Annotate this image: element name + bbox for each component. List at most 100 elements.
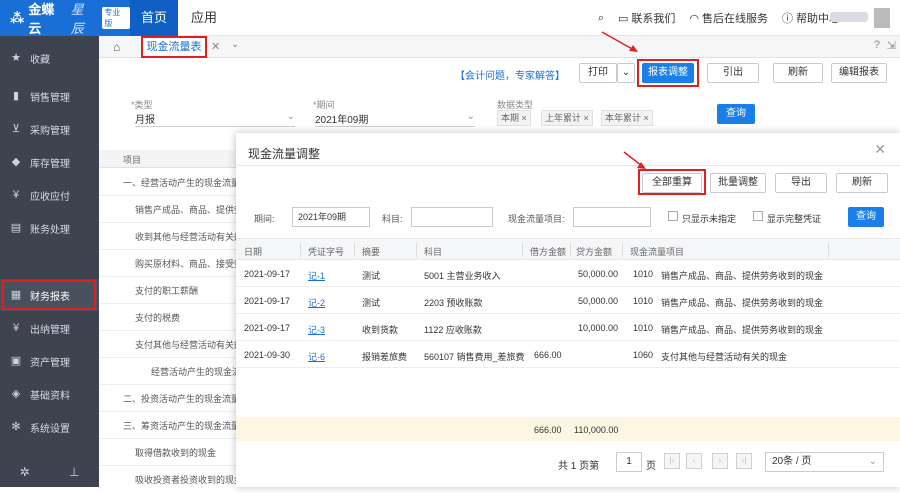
bar-chart-icon: ▮ [12, 90, 20, 102]
sidebar-item-inventory[interactable]: ◆ 库存管理 [0, 146, 99, 178]
table-row: 购买原材料、商品、接受劳务支付的现金 [99, 251, 239, 277]
datatype-tag[interactable]: 上年累计 × [541, 110, 593, 126]
query-button[interactable]: 查询 [848, 207, 884, 227]
table-row[interactable]: 2021-09-17 记-1 测试 5001 主营业务收入 50,000.00 … [236, 260, 900, 287]
sidebar-item-sales[interactable]: ▮ 销售管理 [0, 80, 99, 112]
totals-row: 666.00 110,000.00 [236, 417, 900, 441]
avatar[interactable] [874, 8, 890, 28]
voucher-link[interactable]: 记-3 [308, 323, 325, 336]
settings-icon[interactable]: ✲ [20, 465, 30, 479]
period-label: 期间: [254, 214, 275, 224]
chevron-down-icon[interactable]: ⌄ [231, 39, 239, 50]
pagination: 共 1 页第 1 页 |‹ ‹ › ›| 20条 / 页 ⌄ [236, 451, 900, 473]
table-row[interactable]: 2021-09-17 记-3 收到货款 1122 应收账款 10,000.00 … [236, 314, 900, 341]
cash-flow-adjust-dialog: 现金流量调整 ✕ 全部重算 批量调整 导出 刷新 期间: 2021年09期 科目… [236, 133, 900, 487]
edition-badge: 专业版 [102, 7, 131, 29]
table-row: 二、投资活动产生的现金流量： [99, 386, 239, 412]
column-divider [828, 243, 829, 257]
period-select[interactable]: 2021年09期 ⌄ [315, 111, 475, 127]
account-label: 科目: [382, 214, 403, 224]
sidebar-item-assets[interactable]: ▣ 资产管理 [0, 345, 99, 377]
export-button[interactable]: 引出 [707, 63, 759, 83]
nav-app[interactable]: 应用 [180, 0, 228, 36]
table-row[interactable]: 2021-09-17 记-2 测试 2203 预收账款 50,000.00 10… [236, 287, 900, 314]
cash-item-input[interactable] [573, 207, 651, 227]
user-name[interactable] [830, 12, 868, 22]
column-header: 摘要 [362, 247, 381, 257]
cloud-dots-icon: ⁂ [10, 9, 25, 26]
report-toolbar: 【会计问题，专家解答】 打印 ⌄ 报表调整 引出 刷新 编辑报表 [99, 58, 900, 88]
expert-help-link[interactable]: 【会计问题，专家解答】 [455, 67, 565, 82]
report-filters: *类型 月报 ⌄ *期间 2021年09期 ⌄ 数据类型 本期 × 上年累计 × 本… [99, 88, 900, 132]
print-button[interactable]: 打印 [579, 63, 617, 83]
voucher-link[interactable]: 记-6 [308, 350, 325, 363]
batch-adjust-button[interactable]: 批量调整 [710, 173, 766, 193]
service-link[interactable]: ◠ 售后在线服务 [689, 10, 768, 26]
home-icon[interactable]: ⌂ [113, 40, 120, 54]
datatype-tag[interactable]: 本期 × [497, 110, 531, 126]
page-number-input[interactable]: 1 [616, 452, 642, 472]
close-icon[interactable]: ✕ [211, 40, 220, 53]
cashier-icon: ¥ [12, 322, 20, 334]
column-header: 借方金额 [530, 247, 567, 257]
account-input[interactable] [411, 207, 493, 227]
column-divider [570, 243, 571, 257]
help-circle-icon: ⓘ [782, 13, 793, 25]
star-icon: ★ [11, 52, 21, 64]
export-button[interactable]: 导出 [775, 173, 827, 193]
table-row: 销售产成品、商品、提供劳务收到的现金 [99, 197, 239, 223]
chevron-down-icon: ⌄ [621, 67, 631, 78]
page-suffix: 页 [646, 461, 656, 472]
nav-home[interactable]: 首页 [130, 0, 178, 36]
show-full-label: 显示完整凭证 [767, 214, 822, 224]
sidebar-item-ar-ap[interactable]: ¥ 应收应付 [0, 179, 99, 211]
contact-link[interactable]: ▭ 联系我们 [618, 10, 675, 26]
sidebar-item-purchase[interactable]: ⊻ 采购管理 [0, 113, 99, 145]
pin-icon[interactable]: ⊥ [69, 465, 79, 479]
voucher-link[interactable]: 记-2 [308, 296, 325, 309]
page-total-text: 共 1 页第 [558, 461, 600, 472]
message-icon: ▭ [617, 12, 629, 25]
show-full-checkbox[interactable] [753, 211, 763, 221]
refresh-button[interactable]: 刷新 [836, 173, 888, 193]
prev-page-button[interactable]: ‹ [686, 453, 702, 469]
sidebar-item-cashier[interactable]: ¥ 出纳管理 [0, 312, 99, 344]
query-button[interactable]: 查询 [717, 104, 755, 124]
search-icon[interactable]: ⌕ [598, 12, 604, 25]
voucher-link[interactable]: 记-1 [308, 269, 325, 282]
column-divider [300, 243, 301, 257]
sidebar-item-settings[interactable]: ✻ 系统设置 [0, 411, 99, 443]
table-row: 一、经营活动产生的现金流量： [99, 170, 239, 196]
print-dropdown-button[interactable]: ⌄ [617, 63, 635, 83]
first-page-button[interactable]: |‹ [664, 453, 680, 469]
period-input[interactable]: 2021年09期 [292, 207, 370, 227]
column-header: 贷方金额 [576, 247, 613, 257]
type-select[interactable]: 月报 ⌄ [135, 111, 295, 127]
next-page-button[interactable]: › [712, 453, 728, 469]
sidebar-item-favorites[interactable]: ★ 收藏 [0, 42, 99, 74]
expand-icon[interactable]: ⇲ [887, 39, 896, 52]
next-page-icon: › [718, 456, 722, 465]
sidebar-item-accounting[interactable]: ▤ 账务处理 [0, 212, 99, 244]
sidebar-item-basic-data[interactable]: ◈ 基础资料 [0, 378, 99, 410]
highlight-box-adjust [637, 59, 699, 87]
column-header: 凭证字号 [308, 247, 345, 257]
page-size-select[interactable]: 20条 / 页 ⌄ [765, 452, 884, 472]
last-page-button[interactable]: ›| [736, 453, 752, 469]
brand-logo[interactable]: ⁂ 金蝶云 星辰 专业版 [0, 0, 131, 36]
table-row: 支付的职工薪酬 [99, 278, 239, 304]
last-page-icon: ›| [741, 456, 747, 465]
close-icon[interactable]: ✕ [874, 141, 886, 158]
cash-item-label: 现金流量项目: [508, 214, 565, 224]
datatype-tag[interactable]: 本年累计 × [601, 110, 653, 126]
edit-report-button[interactable]: 编辑报表 [831, 63, 887, 83]
column-header: 现金流量项目 [630, 247, 685, 257]
question-icon[interactable]: ? [874, 39, 880, 51]
refresh-button[interactable]: 刷新 [773, 63, 823, 83]
table-row[interactable]: 2021-09-30 记-6 报销差旅费 560107 销售费用_差旅费 666… [236, 341, 900, 368]
prev-page-icon: ‹ [692, 456, 696, 465]
tab-cash-flow[interactable]: 现金流量表 [141, 36, 207, 58]
box-icon: ◆ [11, 156, 21, 168]
only-unassigned-checkbox[interactable] [668, 211, 678, 221]
table-row: 吸收投资者投资收到的现金 [135, 475, 236, 485]
